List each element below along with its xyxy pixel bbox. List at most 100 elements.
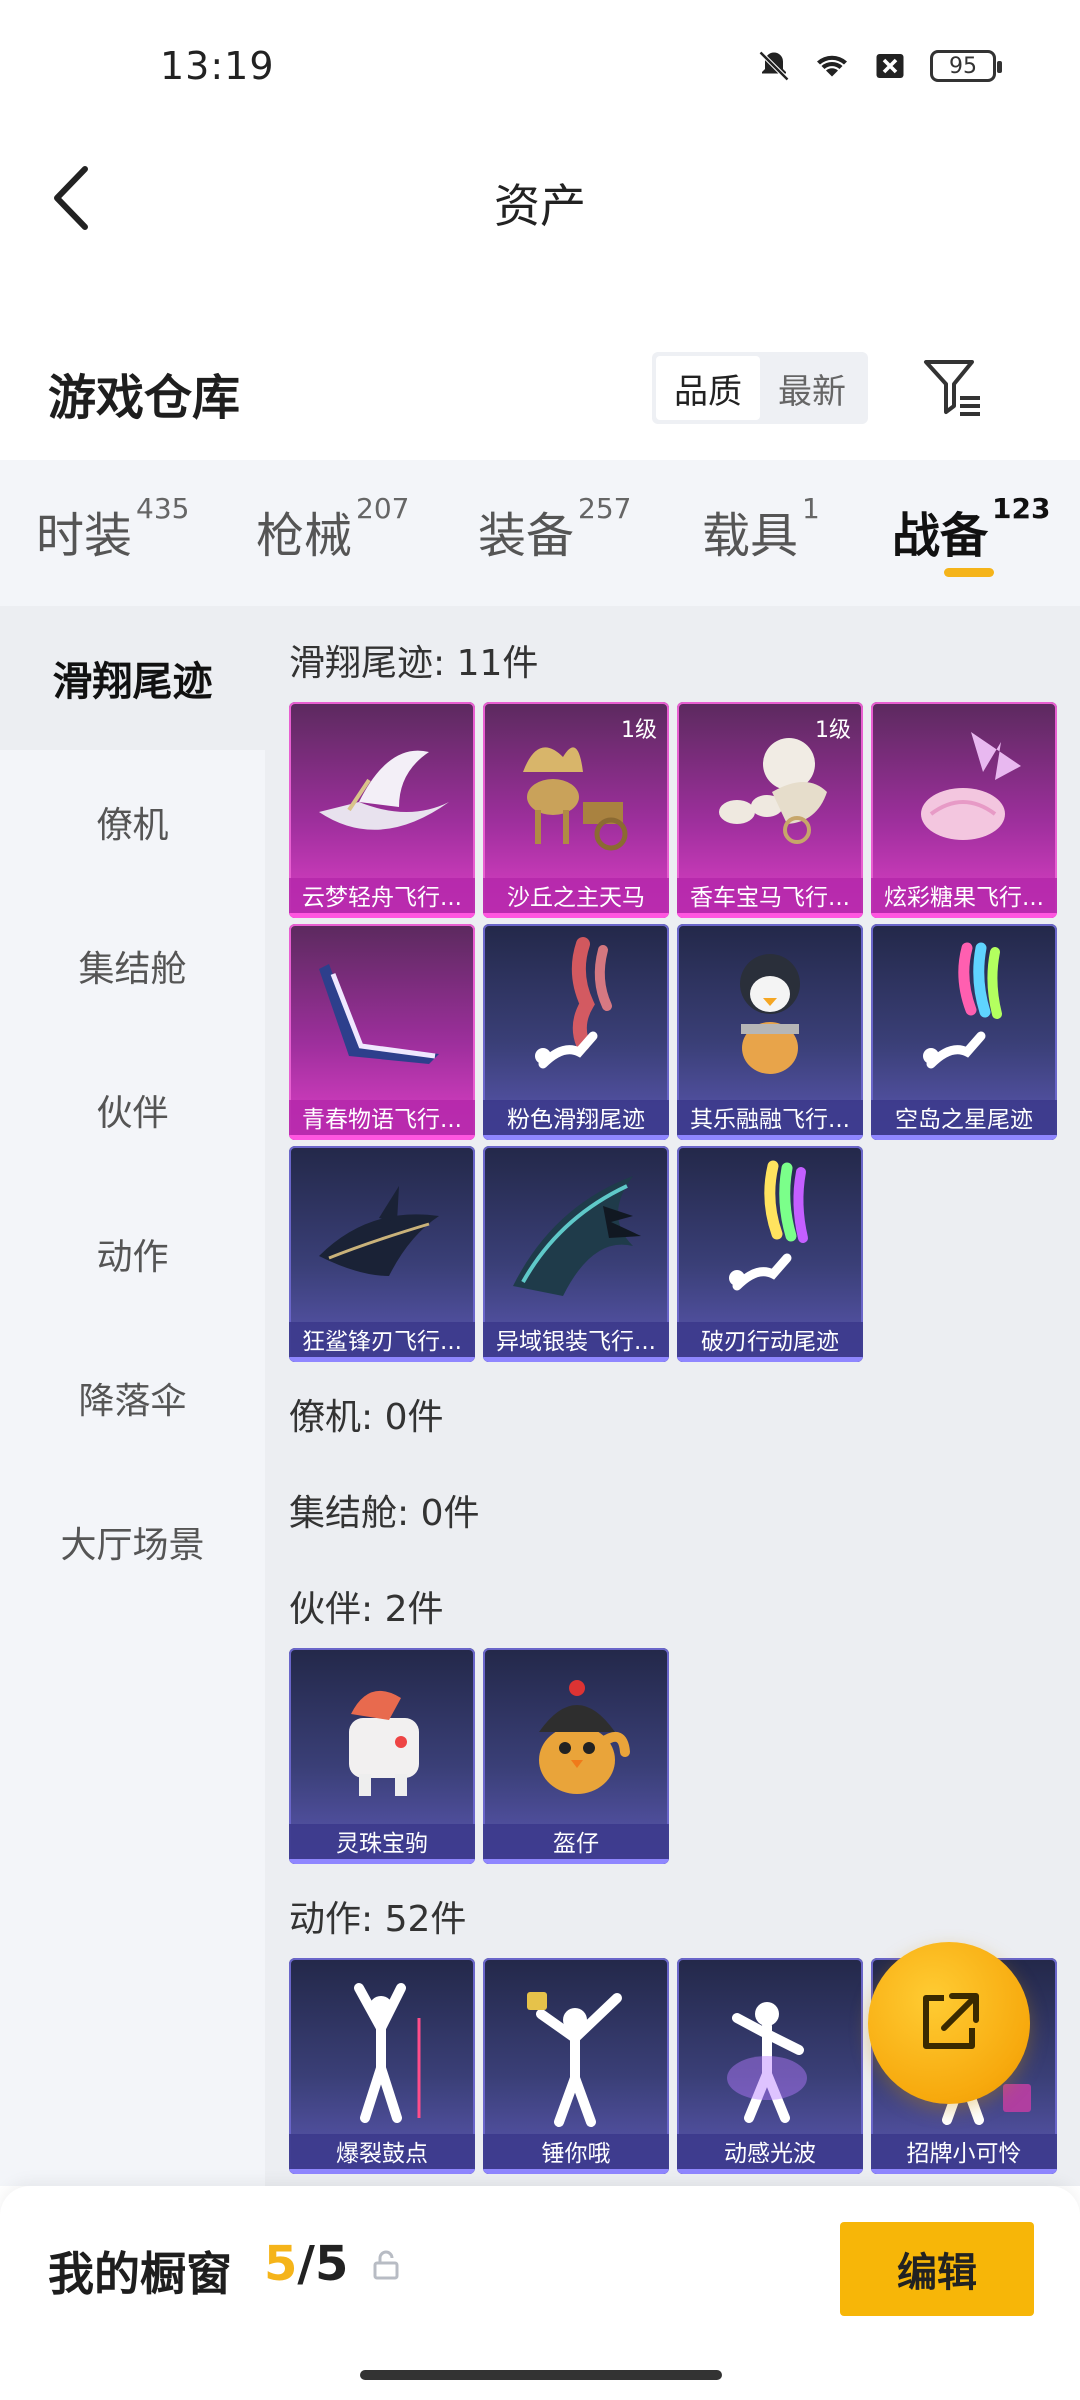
item-name: 破刃行动尾迹: [677, 1322, 863, 1362]
penguin-icon: [740, 954, 800, 1074]
item-card[interactable]: 云梦轻舟飞行...: [289, 702, 475, 918]
item-card[interactable]: 异域银装飞行...: [483, 1146, 669, 1362]
sidebar-item-partner[interactable]: 伙伴: [0, 1038, 265, 1182]
showcase-total: 5: [314, 2236, 349, 2292]
share-icon: [923, 1993, 979, 2049]
shark-icon: [319, 1186, 439, 1276]
sidebar-item-emote[interactable]: 动作: [0, 1182, 265, 1326]
item-name: 青春物语飞行...: [289, 1100, 475, 1140]
item-name: 香车宝马飞行...: [677, 878, 863, 918]
item-card[interactable]: 1级 香车宝马飞行...: [677, 702, 863, 918]
home-indicator[interactable]: [360, 2370, 722, 2380]
section-heading-wingman: 僚机: 0件: [289, 1397, 444, 1438]
warehouse-title: 游戏仓库: [48, 370, 241, 426]
item-name: 沙丘之主天马: [483, 878, 669, 918]
warehouse-header: 游戏仓库 品质 最新: [0, 340, 1080, 440]
item-name: 粉色滑翔尾迹: [483, 1100, 669, 1140]
item-card[interactable]: 空岛之星尾迹: [871, 924, 1057, 1140]
wifi-icon: [817, 55, 847, 77]
status-icons: 95: [756, 48, 1002, 84]
wave-dancer-icon: [727, 2002, 807, 2123]
tab-label: 枪械: [256, 508, 353, 564]
pegasus-chariot-icon: [523, 747, 628, 851]
color-smoke-icon: [729, 1160, 808, 1291]
item-name: 异域银装飞行...: [483, 1322, 669, 1362]
candy-icon: [921, 732, 1021, 840]
sidebar-item-capsule[interactable]: 集结舱: [0, 894, 265, 1038]
item-name: 招牌小可怜: [871, 2134, 1057, 2174]
tab-count: 257: [578, 492, 632, 525]
boat-glider-icon: [319, 750, 449, 830]
item-card[interactable]: 炫彩糖果飞行...: [871, 702, 1057, 918]
status-time: 13:19: [160, 44, 275, 88]
item-card[interactable]: 其乐融融飞行...: [677, 924, 863, 1140]
showcase-bar: 我的橱窗 5/5 编辑: [0, 2186, 1080, 2400]
tab-count: 207: [356, 492, 410, 525]
pink-smoke-icon: [535, 937, 612, 1069]
item-card[interactable]: 破刃行动尾迹: [677, 1146, 863, 1362]
filter-button[interactable]: [920, 354, 986, 420]
item-card[interactable]: 动感光波: [677, 1958, 863, 2174]
item-name: 爆裂鼓点: [289, 2134, 475, 2174]
hammer-dancer-icon: [527, 1992, 622, 2127]
item-card[interactable]: 爆裂鼓点: [289, 1958, 475, 2174]
mute-bell-icon: [758, 50, 790, 82]
carriage-icon: [719, 738, 827, 844]
battery-icon: 95: [930, 50, 1002, 82]
item-name: 盔仔: [483, 1824, 669, 1864]
section-heading-trails: 滑翔尾迹: 11件: [289, 643, 539, 684]
section-heading-capsule: 集结舱: 0件: [289, 1493, 480, 1534]
item-card[interactable]: 锤你哦: [483, 1958, 669, 2174]
sidebar: 滑翔尾迹 僚机 集结舱 伙伴 动作 降落伞 大厅场景: [0, 606, 265, 2186]
tab-combat-gear[interactable]: 战备 123: [892, 492, 1050, 566]
helmet-chick-icon: [539, 1680, 630, 1794]
item-name: 云梦轻舟飞行...: [289, 878, 475, 918]
showcase-title: 我的橱窗: [48, 2247, 232, 2301]
category-tabs: 时装 435 枪械 207 装备 257 载具 1 战备 123: [0, 460, 1080, 606]
tab-vehicles[interactable]: 载具 1: [702, 492, 820, 566]
sidebar-item-lobby-scene[interactable]: 大厅场景: [0, 1470, 265, 1614]
sidebar-item-trails[interactable]: 滑翔尾迹: [0, 606, 265, 750]
item-name: 灵珠宝驹: [289, 1824, 475, 1864]
filter-icon: [924, 360, 980, 416]
item-name: 动感光波: [677, 2134, 863, 2174]
page-title: 资产: [494, 179, 586, 233]
sort-toggle: 品质 最新: [652, 352, 868, 424]
item-name: 其乐融融飞行...: [677, 1100, 863, 1140]
item-name: 狂鲨锋刃飞行...: [289, 1322, 475, 1362]
tab-count: 123: [992, 492, 1051, 525]
tab-label: 战备: [892, 508, 989, 564]
top-header: 资产: [0, 140, 1080, 250]
item-name: 空岛之星尾迹: [871, 1100, 1057, 1140]
item-name: 炫彩糖果飞行...: [871, 878, 1057, 918]
share-fab-button[interactable]: [868, 1942, 1030, 2104]
showcase-current: 5: [264, 2236, 298, 2292]
sidebar-item-wingman[interactable]: 僚机: [0, 750, 265, 894]
edit-button[interactable]: 编辑: [840, 2222, 1034, 2316]
tab-equipment[interactable]: 装备 257: [478, 492, 631, 566]
active-tab-indicator: [944, 568, 994, 577]
item-card[interactable]: 青春物语飞行...: [289, 924, 475, 1140]
dancer-icon: [354, 1983, 421, 2123]
rainbow-smoke-icon: [923, 942, 1002, 1069]
status-bar: 13:19 95: [0, 0, 1080, 140]
sidebar-item-parachute[interactable]: 降落伞: [0, 1326, 265, 1470]
section-heading-emote: 动作: 52件: [289, 1899, 467, 1940]
tab-fashion[interactable]: 时装 435: [36, 492, 189, 566]
sort-newest-button[interactable]: 最新: [760, 356, 864, 420]
item-card[interactable]: 1级 沙丘之主天马: [483, 702, 669, 918]
section-heading-partner: 伙伴: 2件: [289, 1589, 444, 1630]
sort-quality-button[interactable]: 品质: [656, 356, 760, 420]
lock-icon: [373, 2250, 399, 2280]
item-card[interactable]: 粉色滑翔尾迹: [483, 924, 669, 1140]
tab-guns[interactable]: 枪械 207: [256, 492, 409, 566]
showcase-count: 5/5: [264, 2236, 349, 2292]
item-card[interactable]: 灵珠宝驹: [289, 1648, 475, 1864]
tab-label: 装备: [478, 508, 575, 564]
toy-horse-icon: [349, 1690, 419, 1796]
sim-x-icon: [876, 54, 904, 78]
dark-wing-icon: [513, 1176, 641, 1296]
item-card[interactable]: 狂鲨锋刃飞行...: [289, 1146, 475, 1362]
item-card[interactable]: 盔仔: [483, 1648, 669, 1864]
tab-count: 1: [802, 492, 820, 525]
